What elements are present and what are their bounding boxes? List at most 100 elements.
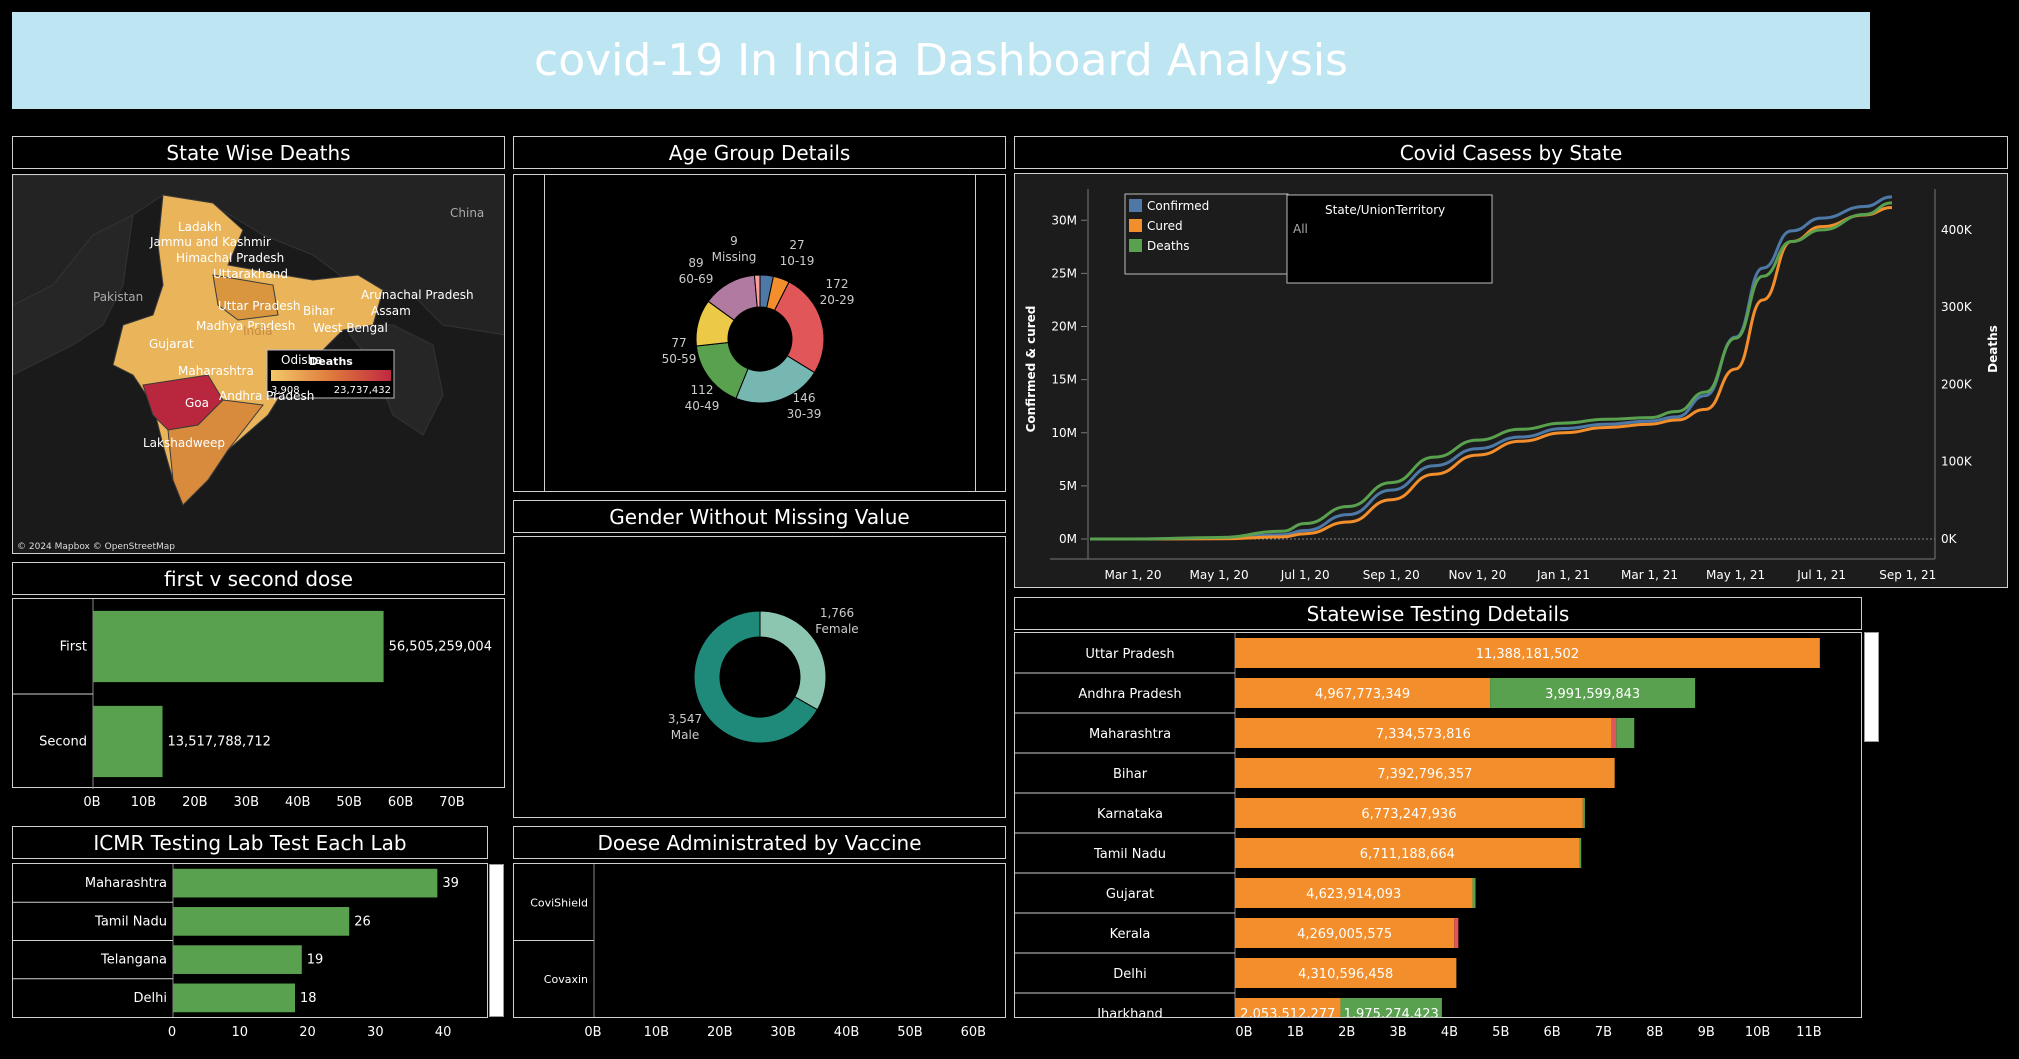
bar-delhi[interactable] bbox=[173, 983, 295, 1013]
map-country-pakistan: Pakistan bbox=[93, 290, 143, 304]
donut-value-label: 27 bbox=[789, 238, 804, 252]
legend-label-deaths: Deaths bbox=[1147, 239, 1190, 253]
x-tick-label: Sep 1, 20 bbox=[1363, 568, 1420, 582]
y-left-tick: 30M bbox=[1051, 213, 1077, 227]
testing-bar-segment[interactable] bbox=[1611, 718, 1617, 748]
dashboard-title: covid-19 In India Dashboard Analysis bbox=[534, 35, 1348, 86]
testing-panel: Uttar Pradesh 11,388,181,502 Andhra Prades… bbox=[1014, 632, 1862, 1018]
y-right-tick: 300K bbox=[1941, 300, 1973, 314]
testing-value-label: 7,334,573,816 bbox=[1376, 727, 1471, 742]
testing-category-label: Andhra Pradesh bbox=[1078, 687, 1181, 702]
age-title: Age Group Details bbox=[513, 136, 1006, 169]
state-deaths-title: State Wise Deaths bbox=[12, 136, 505, 169]
donut-value-label: 89 bbox=[688, 256, 703, 270]
icmr-axis: 0 10 20 30 40 bbox=[168, 1025, 452, 1040]
x-tick-label: Sep 1, 21 bbox=[1879, 568, 1936, 582]
bar-value-label: 13,517,788,712 bbox=[168, 735, 271, 750]
x-tick-label: May 1, 20 bbox=[1190, 568, 1249, 582]
map-label-goa: Goa bbox=[185, 396, 209, 410]
axis-tick-label: 70B bbox=[439, 795, 464, 810]
state-deaths-map[interactable]: Deaths 3,908 23,737,432 © 2024 Mapbox © … bbox=[12, 174, 505, 554]
y-left-label: Confirmed & cured bbox=[1024, 306, 1038, 433]
gender-panel: 1,766 Female 3,547 Male bbox=[513, 536, 1006, 818]
testing-value-label: 1,975,274,423 bbox=[1344, 1007, 1439, 1017]
testing-bar-segment[interactable] bbox=[1472, 878, 1476, 908]
testing-category-label: Maharashtra bbox=[1089, 727, 1171, 742]
testing-tick-label: 10B bbox=[1745, 1025, 1770, 1040]
donut-value-label: 1,766 bbox=[820, 606, 854, 620]
india-map[interactable]: Deaths 3,908 23,737,432 © 2024 Mapbox © … bbox=[13, 175, 505, 554]
testing-category-label: Tamil Nadu bbox=[1093, 847, 1166, 862]
donut-value-label: 3,547 bbox=[668, 712, 702, 726]
state-filter-title: State/UnionTerritory bbox=[1325, 203, 1445, 217]
bar-telangana[interactable] bbox=[173, 945, 302, 974]
testing-bar-segment[interactable] bbox=[1616, 718, 1635, 748]
gender-donut[interactable]: 1,766 Female 3,547 Male bbox=[514, 537, 1007, 817]
testing-category-label: Uttar Pradesh bbox=[1085, 647, 1174, 662]
testing-bar-segment[interactable] bbox=[1582, 798, 1585, 828]
age-donut[interactable]: 27 10-19 172 20-29 146 30-39 112 40-49 77 50-59 89… bbox=[514, 175, 1007, 491]
bar-category-label: Second bbox=[39, 735, 87, 750]
map-label-himachal-pradesh: Himachal Pradesh bbox=[176, 251, 284, 265]
cases-title: Covid Casess by State bbox=[1014, 136, 2008, 169]
donut-category-label: 40-49 bbox=[685, 399, 720, 413]
map-label-ladakh: Ladakh bbox=[178, 220, 222, 234]
icmr-scrollbar[interactable] bbox=[489, 864, 504, 1017]
map-country-india: India bbox=[243, 324, 272, 338]
legend-swatch-confirmed bbox=[1129, 199, 1142, 212]
axis-tick-label: 40 bbox=[435, 1025, 452, 1040]
bar-value-label: 56,505,259,004 bbox=[389, 640, 492, 655]
bar-maharashtra[interactable] bbox=[173, 868, 438, 898]
map-legend-gradient bbox=[271, 370, 391, 381]
y-right-tick: 100K bbox=[1941, 455, 1973, 469]
donut-category-label: 20-29 bbox=[820, 293, 855, 307]
bar-category-label: CoviShield bbox=[530, 896, 588, 909]
testing-chart[interactable]: Uttar Pradesh 11,388,181,502 Andhra Prades… bbox=[1015, 633, 1861, 1017]
dose-chart[interactable]: First 56,505,259,004 Second 13,517,788,712 bbox=[13, 599, 506, 789]
cases-line-chart[interactable]: 30M 25M 20M 15M 10M 5M 0M 400K 300K 200K 100K 0K Mar… bbox=[1015, 174, 2007, 587]
donut-value-label: 146 bbox=[793, 391, 816, 405]
testing-bar-segment[interactable] bbox=[1454, 918, 1459, 948]
axis-tick-label: 40B bbox=[834, 1025, 859, 1040]
icmr-chart[interactable]: Maharashtra 39 Tamil Nadu 26 Telangana 19 Delh… bbox=[13, 864, 487, 1017]
bar-tamil-nadu[interactable] bbox=[173, 907, 350, 936]
donut-category-label: Missing bbox=[712, 250, 757, 264]
testing-category-label: Bihar bbox=[1113, 767, 1148, 782]
bar-category-label: Covaxin bbox=[544, 973, 588, 986]
y-right-tick: 400K bbox=[1941, 223, 1973, 237]
axis-tick-label: 60B bbox=[961, 1025, 986, 1040]
bar-category-label: First bbox=[60, 640, 87, 655]
testing-scrollbar[interactable] bbox=[1864, 632, 1879, 742]
legend-label-confirmed: Confirmed bbox=[1147, 199, 1209, 213]
legend-swatch-cured bbox=[1129, 219, 1142, 232]
bar-category-label: Tamil Nadu bbox=[94, 914, 167, 929]
gender-title: Gender Without Missing Value bbox=[513, 500, 1006, 533]
testing-value-label: 11,388,181,502 bbox=[1476, 647, 1579, 662]
testing-title: Statewise Testing Ddetails bbox=[1014, 597, 1862, 630]
y-left-tick: 25M bbox=[1051, 266, 1077, 280]
bar-second[interactable] bbox=[93, 705, 163, 778]
vaccine-chart[interactable]: CoviShield Covaxin bbox=[514, 864, 1005, 1017]
testing-tick-label: 8B bbox=[1646, 1025, 1663, 1040]
y-left-tick: 15M bbox=[1051, 373, 1077, 387]
axis-tick-label: 0B bbox=[83, 795, 100, 810]
dose-panel: First 56,505,259,004 Second 13,517,788,712 bbox=[12, 598, 506, 789]
donut-slice-20-29[interactable] bbox=[773, 281, 825, 374]
map-legend-max: 23,737,432 bbox=[334, 385, 391, 396]
map-label-andhra-pradesh: Andhra Pradesh bbox=[219, 389, 314, 403]
y-left-tick: 10M bbox=[1051, 426, 1077, 440]
map-country-china: China bbox=[450, 206, 484, 220]
testing-value-label: 4,967,773,349 bbox=[1315, 687, 1410, 702]
testing-category-label: Jharkhand bbox=[1096, 1007, 1163, 1017]
axis-tick-label: 20 bbox=[299, 1025, 316, 1040]
testing-tick-label: 2B bbox=[1338, 1025, 1355, 1040]
bar-first[interactable] bbox=[93, 610, 384, 683]
map-label-assam: Assam bbox=[371, 304, 411, 318]
x-tick-label: Mar 1, 21 bbox=[1621, 568, 1678, 582]
donut-category-label: 60-69 bbox=[679, 272, 714, 286]
y-left-tick: 0M bbox=[1059, 532, 1077, 546]
icmr-title: ICMR Testing Lab Test Each Lab bbox=[12, 826, 488, 859]
map-label-odisha: Odisha bbox=[281, 353, 323, 367]
state-filter-value[interactable]: All bbox=[1293, 222, 1308, 236]
testing-bar-segment[interactable] bbox=[1579, 838, 1582, 868]
